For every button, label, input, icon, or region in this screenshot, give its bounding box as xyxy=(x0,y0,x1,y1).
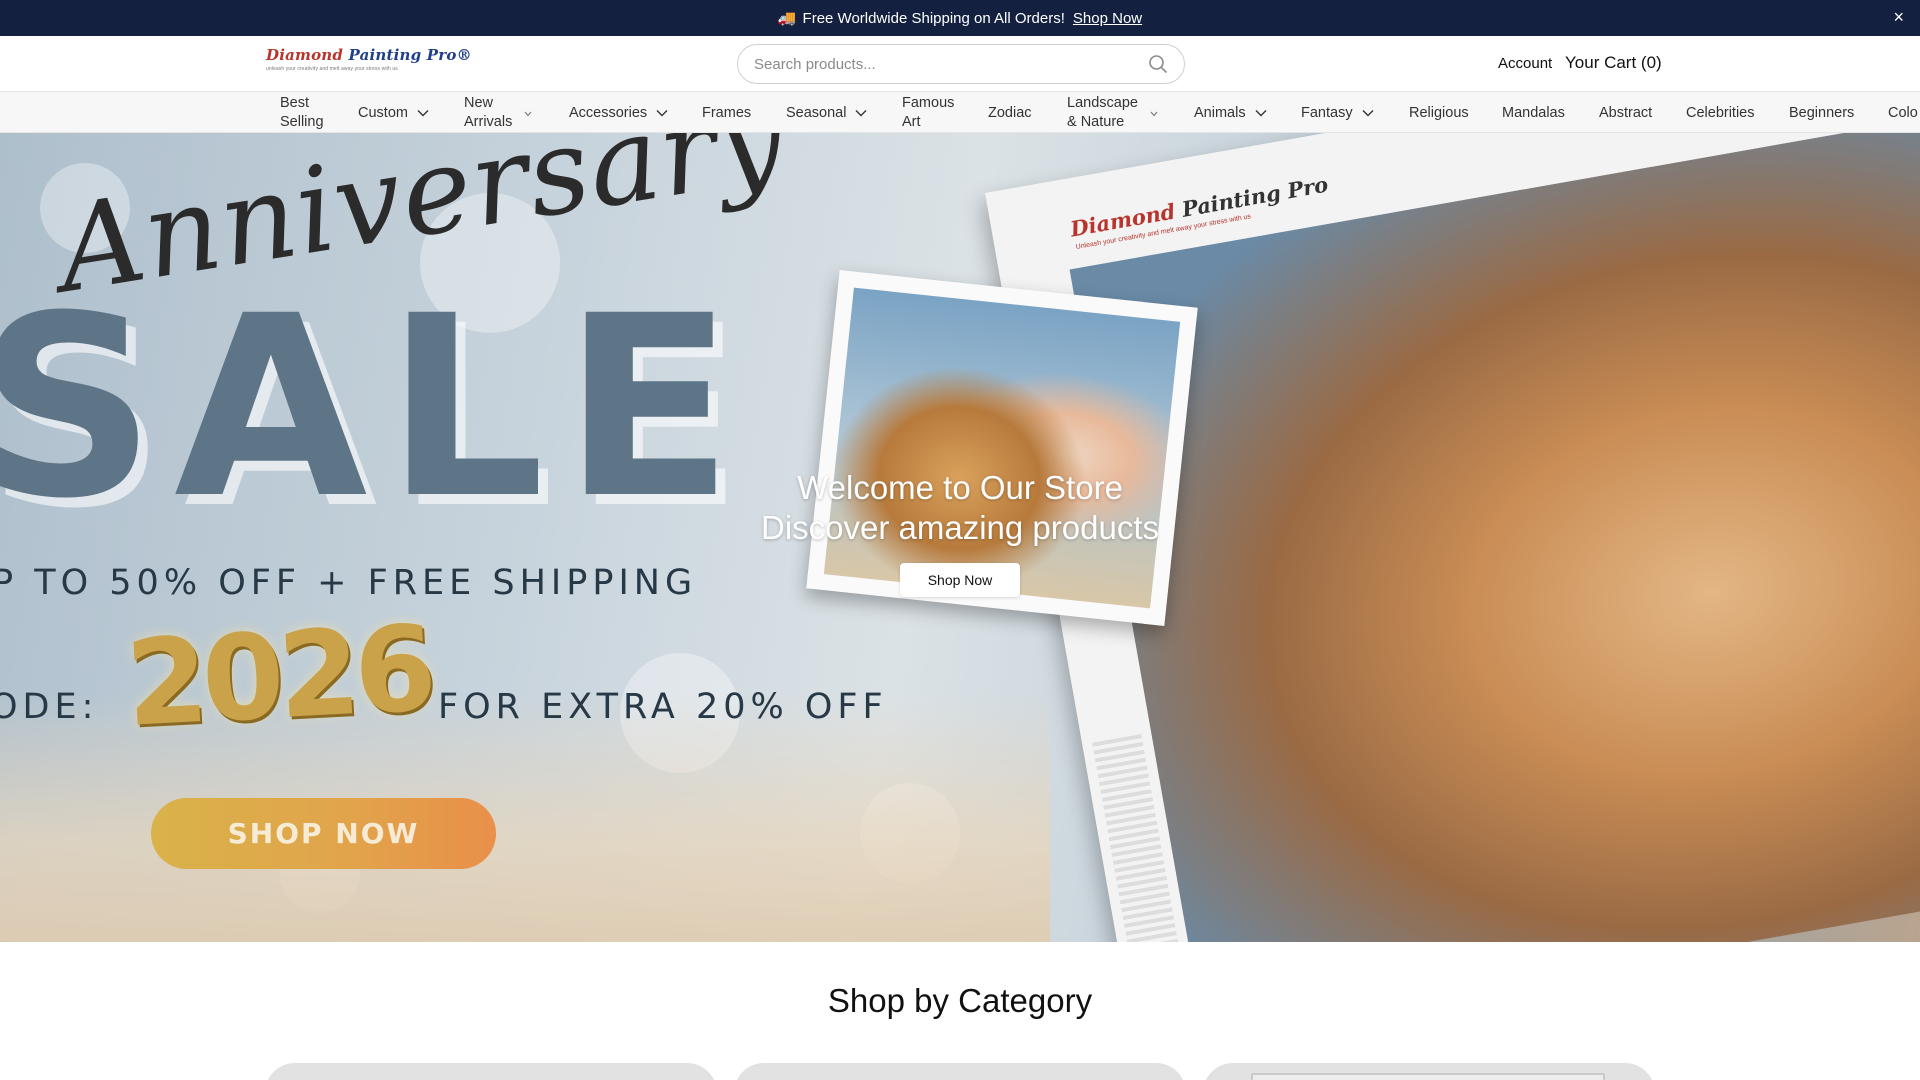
nav-item-mandalas[interactable]: Mandalas xyxy=(1502,92,1565,132)
nav-item-label: Zodiac xyxy=(988,104,1032,121)
category-card-image xyxy=(1251,1073,1605,1080)
announcement-shop-now-link[interactable]: Shop Now xyxy=(1073,10,1142,27)
chevron-down-icon xyxy=(855,104,867,123)
banner-code-prefix: ODE: xyxy=(0,687,99,727)
nav-item-label: Custom xyxy=(358,104,408,121)
close-icon[interactable]: × xyxy=(1893,8,1904,26)
category-card[interactable] xyxy=(265,1063,717,1080)
chevron-down-icon xyxy=(656,104,668,123)
logo-registered-mark: ® xyxy=(456,46,472,64)
banner-shop-now-graphic: SHOP NOW xyxy=(151,798,496,869)
nav-item-landscape-nature[interactable]: Landscape & Nature xyxy=(1067,92,1158,132)
banner-code-suffix: FOR EXTRA 20% OFF xyxy=(438,687,888,727)
nav-item-label: New Arrivals xyxy=(464,95,513,130)
nav-item-famous-art[interactable]: Famous Art xyxy=(902,92,955,132)
site-header: Diamond Painting Pro® unleash your creat… xyxy=(0,36,1920,92)
nav-item-label: Famous Art xyxy=(902,95,955,130)
nav-item-beginners[interactable]: Beginners xyxy=(1789,92,1855,132)
nav-item-new-arrivals[interactable]: New Arrivals xyxy=(464,92,532,132)
category-card[interactable] xyxy=(1203,1063,1655,1080)
nav-item-label: Seasonal xyxy=(786,104,847,121)
logo-text-part2: Painting Pro xyxy=(348,46,457,64)
hero-banner: Diamond Painting Pro Unleash your creati… xyxy=(0,133,1920,942)
chevron-down-icon xyxy=(417,104,429,123)
hero-subtitle: Discover amazing products xyxy=(761,509,1159,546)
nav-item-label: Fantasy xyxy=(1301,104,1353,121)
banner-promo-code: 2026 xyxy=(122,599,434,753)
nav-item-label: Frames xyxy=(702,104,752,121)
announcement-bar: 🚚 Free Worldwide Shipping on All Orders!… xyxy=(0,0,1920,36)
main-nav: Best Selling Custom New Arrivals Accesso… xyxy=(0,91,1920,133)
category-card[interactable] xyxy=(734,1063,1186,1080)
account-link[interactable]: Account xyxy=(1498,55,1552,72)
hero-overlay: Welcome to Our Store Discover amazing pr… xyxy=(0,468,1920,597)
chevron-down-icon xyxy=(1362,104,1374,123)
nav-item-abstract[interactable]: Abstract xyxy=(1599,92,1653,132)
nav-item-label: Animals xyxy=(1194,104,1246,121)
hero-shop-now-button[interactable]: Shop Now xyxy=(900,563,1020,597)
nav-item-zodiac[interactable]: Zodiac xyxy=(988,92,1032,132)
cart-link[interactable]: Your Cart (0) xyxy=(1565,53,1662,73)
nav-item-label: Best Selling xyxy=(280,95,324,130)
nav-item-seasonal[interactable]: Seasonal xyxy=(786,92,867,132)
nav-item-label: Landscape & Nature xyxy=(1067,95,1138,130)
nav-item-label: Colo xyxy=(1888,104,1918,121)
nav-item-label: Religious xyxy=(1409,104,1469,121)
nav-item-celebrities[interactable]: Celebrities xyxy=(1686,92,1755,132)
chevron-down-icon xyxy=(524,104,532,123)
nav-item-label: Accessories xyxy=(569,104,648,121)
truck-icon: 🚚 xyxy=(777,10,797,27)
nav-item-custom[interactable]: Custom xyxy=(358,92,429,132)
hero-title: Welcome to Our Store xyxy=(797,469,1123,506)
search-bar xyxy=(737,44,1185,84)
nav-item-label: Celebrities xyxy=(1686,104,1755,121)
announcement-text: Free Worldwide Shipping on All Orders! xyxy=(802,9,1065,27)
nav-item-accessories[interactable]: Accessories xyxy=(569,92,668,132)
shop-by-category-title: Shop by Category xyxy=(827,982,1093,1019)
nav-item-label: Abstract xyxy=(1599,104,1653,121)
site-logo[interactable]: Diamond Painting Pro® unleash your creat… xyxy=(266,46,472,80)
logo-text-part1: Diamond xyxy=(266,46,349,64)
nav-item-label: Mandalas xyxy=(1502,104,1565,121)
nav-item-frames[interactable]: Frames xyxy=(702,92,752,132)
logo-tagline: unleash your creativity and melt away yo… xyxy=(266,66,398,72)
nav-item-colors[interactable]: Colo xyxy=(1888,92,1918,132)
nav-item-label: Beginners xyxy=(1789,104,1855,121)
chevron-down-icon xyxy=(1150,104,1158,123)
chevron-down-icon xyxy=(1255,104,1267,123)
nav-item-animals[interactable]: Animals xyxy=(1194,92,1267,132)
search-input[interactable] xyxy=(754,55,1148,73)
nav-item-fantasy[interactable]: Fantasy xyxy=(1301,92,1374,132)
nav-item-religious[interactable]: Religious xyxy=(1409,92,1469,132)
nav-item-best-selling[interactable]: Best Selling xyxy=(280,92,324,132)
search-icon[interactable] xyxy=(1148,54,1168,74)
